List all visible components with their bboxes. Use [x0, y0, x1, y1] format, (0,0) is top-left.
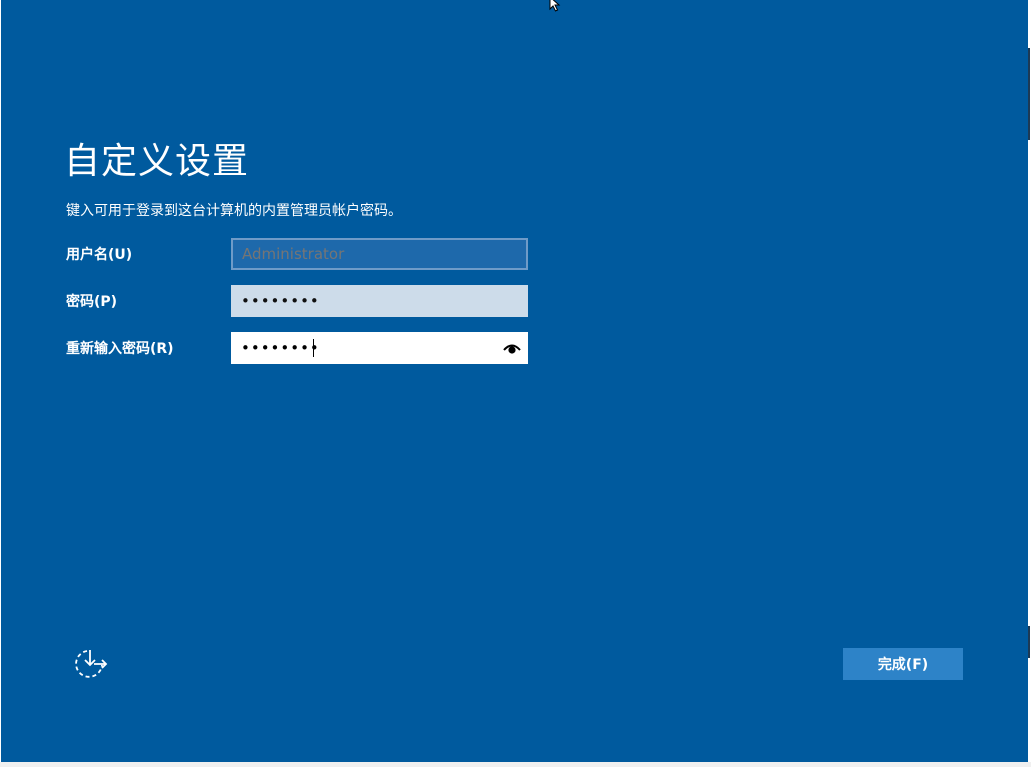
username-label: 用户名(U) [66, 247, 133, 263]
password-label: 密码(P) [66, 294, 118, 310]
window-edge-bottom [0, 762, 1031, 767]
username-field-box [231, 238, 528, 270]
password-input[interactable] [231, 285, 528, 317]
confirm-password-field-box [231, 332, 528, 364]
ease-of-access-icon[interactable] [73, 648, 109, 680]
username-input[interactable] [233, 240, 526, 268]
page-subtitle: 键入可用于登录到这台计算机的内置管理员帐户密码。 [66, 203, 402, 219]
confirm-password-label: 重新输入密码(R) [66, 341, 174, 357]
edge-mark [1028, 626, 1030, 658]
password-field-box [231, 285, 528, 317]
cursor-icon [549, 0, 561, 12]
page-title: 自定义设置 [64, 141, 250, 182]
eye-icon[interactable] [503, 341, 521, 355]
text-caret [313, 339, 314, 357]
confirm-password-input[interactable] [231, 332, 528, 364]
finish-button[interactable]: 完成(F) [843, 648, 963, 680]
edge-mark [1028, 48, 1030, 140]
setup-screen: 自定义设置 键入可用于登录到这台计算机的内置管理员帐户密码。 用户名(U) 密码… [1, 0, 1028, 762]
